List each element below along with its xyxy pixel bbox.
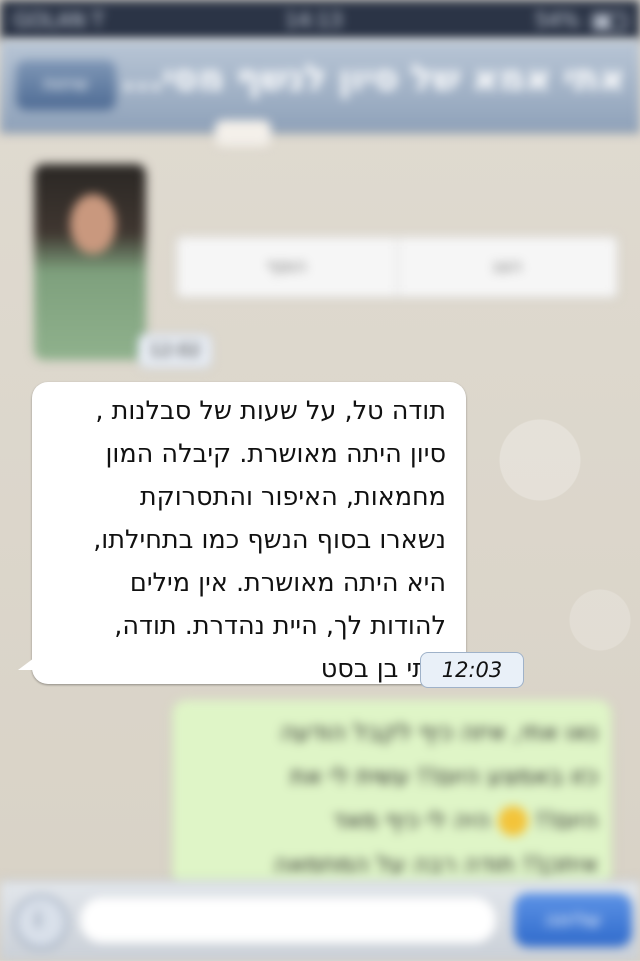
contact-view-button[interactable]: הצג [398,237,618,297]
contact-photo[interactable] [34,164,146,360]
message-input-bar: i שליחה [0,880,640,961]
message-input[interactable] [78,895,498,945]
clock-label: 14:13 [285,8,343,32]
navigation-bar: שיחות אתי אמא של סיון לנשף מסי... [0,40,640,133]
face-shape [70,194,116,254]
outgoing-message-text: נאו אתי, איזה כיף לקבל הודעה כזו באמצע ה… [188,710,598,886]
battery-percent: 54% [535,8,580,32]
outgoing-line-1: נאו אתי, איזה כיף לקבל הודעה [279,718,598,746]
incoming-message-text: תודה טל, על שעות של סבלנות , סיון היתה מ… [93,396,446,684]
outgoing-line-3b: היה לי כיף מאד [332,806,490,834]
battery-icon [592,12,626,31]
outgoing-message-bubble[interactable]: נאו אתי, איזה כיף לקבל הודעה כזו באמצע ה… [172,700,612,890]
outgoing-line-2: כזו באמצע היום!! עשית לי את [290,762,598,790]
attach-button[interactable]: i [14,895,68,949]
battery-indicator: 54% [535,8,626,32]
chat-title[interactable]: אתי אמא של סיון לנשף מסי... [125,58,625,114]
status-bar: GOLAN T 14:13 54% [0,0,640,40]
incoming-message-bubble[interactable]: תודה טל, על שעות של סבלנות , סיון היתה מ… [18,382,466,684]
contact-card-time: 12:02 [138,334,212,368]
send-button[interactable]: שליחה [514,893,632,947]
smiley-emoji-icon [497,806,528,836]
info-icon: i [35,908,42,933]
outgoing-line-4: איתכן!! תודה רבה על המחמאה [273,850,598,878]
contact-add-button[interactable]: הוסף [177,237,397,297]
carrier-label: GOLAN T [14,8,105,32]
outgoing-line-3: היום!! [535,806,598,834]
incoming-message-time: 12:03 [420,652,524,688]
back-button[interactable]: שיחות [16,60,116,110]
date-pill [215,120,271,146]
contact-card-actions: הוסף הצג [176,236,618,298]
